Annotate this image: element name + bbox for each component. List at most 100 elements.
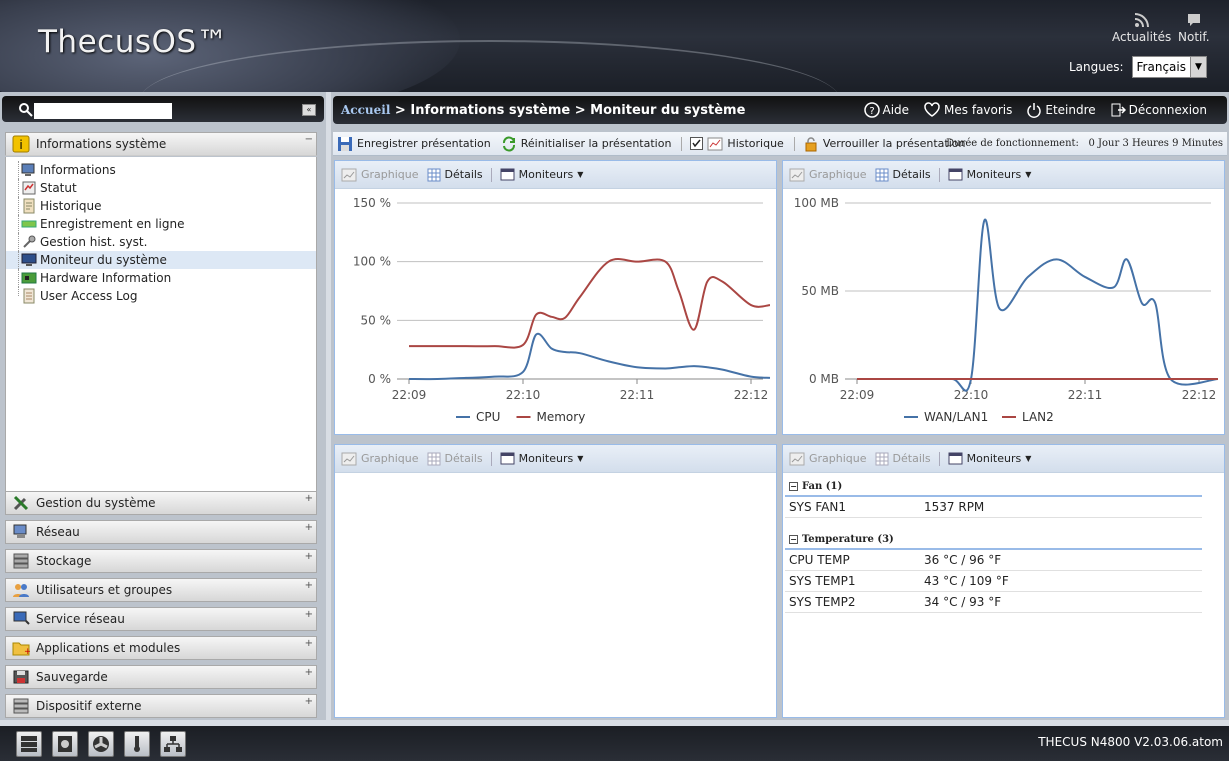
favorites-button[interactable]: Mes favoris [923,102,1012,118]
lock-layout-button[interactable]: Verrouiller la présentation [803,136,966,152]
monitors-menu-button[interactable]: Moniteurs ▼ [948,452,1032,465]
section-gestion-systeme[interactable]: Gestion du système + [5,491,317,515]
save-layout-label: Enregistrer présentation [357,137,491,150]
checkbox-checked-icon[interactable] [690,137,704,150]
y-tick-label: 150 % [353,196,391,210]
network-panel: Graphique Détails Moniteurs ▼ 0 MB 50 MB 10… [782,160,1225,435]
table-row: CPU TEMP 36 °C / 96 °F [785,550,1202,571]
shutdown-label: Eteindre [1045,103,1096,117]
help-button[interactable]: ? Aide [863,102,909,118]
chevron-down-icon[interactable]: ▼ [1190,57,1206,77]
save-layout-button[interactable]: Enregistrer présentation [337,136,491,152]
graph-button[interactable]: Graphique [341,452,419,466]
chevron-down-icon: ▼ [1025,454,1032,463]
expand-icon[interactable]: + [305,667,313,678]
expand-icon[interactable]: + [305,696,313,707]
table-row: SYS TEMP1 43 °C / 109 °F [785,571,1202,592]
top-header: ThecusOS™ Actualités Notif. Langues: Fra… [0,0,1229,92]
breadcrumb-path: > Informations système > Moniteur du sys… [390,103,746,118]
monitors-menu-button[interactable]: Moniteurs ▼ [948,168,1031,181]
search-input[interactable] [34,103,172,119]
graph-button[interactable]: Graphique [789,168,867,182]
fan-icon[interactable] [88,731,114,757]
collapse-icon[interactable]: − [789,481,798,491]
section-utilisateurs[interactable]: Utilisateurs et groupes + [5,578,317,602]
tree-item-hardware[interactable]: Hardware Information [6,269,316,287]
details-button[interactable]: Détails [875,168,931,182]
network-chart: 0 MB 50 MB 100 MB 22:09 22:10 22:11 22:12 WAN/L… [787,193,1221,433]
firmware-version: THECUS N4800 V2.03.06.atom [1038,735,1223,749]
panel-toolbar: Graphique Détails Moniteurs ▼ [335,161,776,189]
expand-icon[interactable]: + [305,609,313,620]
tree-item-statut[interactable]: Statut [6,179,316,197]
section-service-reseau[interactable]: Service réseau + [5,607,317,631]
section-reseau[interactable]: Réseau + [5,520,317,544]
thermometer-icon[interactable] [124,731,150,757]
fan-group-label: Fan (1) [802,480,843,492]
access-log-icon [23,288,35,304]
graph-label: Graphique [361,168,419,181]
expand-icon[interactable]: + [305,580,313,591]
tree-item-access-log[interactable]: User Access Log [6,287,316,305]
network-topology-icon[interactable] [160,731,186,757]
y-tick-label: 0 MB [809,372,839,386]
search-bar: « [2,96,324,122]
line-chart-icon [341,168,357,181]
tree-item-enregistrement[interactable]: Enregistrement en ligne [6,215,316,233]
details-button[interactable]: Détails [427,452,483,466]
news-button[interactable]: Actualités [1112,12,1171,44]
shutdown-button[interactable]: Eteindre [1026,102,1096,118]
log-management-icon [23,235,36,248]
x-tick-label: 22:09 [392,388,427,402]
collapse-sidebar-button[interactable]: « [302,104,316,116]
section-stockage[interactable]: Stockage + [5,549,317,573]
favorites-label: Mes favoris [944,103,1013,117]
graph-button[interactable]: Graphique [341,168,419,182]
graph-label: Graphique [809,452,867,465]
server-status-icon[interactable] [16,731,42,757]
section-sauvegarde[interactable]: Sauvegarde + [5,665,317,689]
graph-button[interactable]: Graphique [789,452,867,466]
external-device-icon [13,698,29,714]
language-dropdown[interactable]: Français ▼ [1131,56,1207,78]
details-button[interactable]: Détails [875,452,931,466]
expand-icon[interactable]: + [305,493,313,504]
monitors-menu-button[interactable]: Moniteurs ▼ [500,452,583,465]
notification-button[interactable]: Notif. [1178,12,1210,44]
section-applications[interactable]: + Applications et modules + [5,636,317,660]
collapse-icon[interactable]: − [789,534,798,544]
section-dispositif-externe[interactable]: Dispositif externe + [5,694,317,718]
fan-group-header[interactable]: − Fan (1) [785,477,1202,497]
svg-text:?: ? [869,106,874,117]
history-toggle[interactable]: Historique [690,136,784,152]
tree-item-gestion-hist[interactable]: Gestion hist. syst. [6,233,316,251]
tree-item-historique[interactable]: Historique [6,197,316,215]
sensor-name: SYS TEMP1 [789,574,856,588]
uptime-value: 0 Jour 3 Heures 9 Minutes [1088,138,1223,149]
expand-icon[interactable]: + [305,551,313,562]
chevron-down-icon: ▼ [577,170,584,179]
details-label: Détails [444,452,483,465]
temperature-group-header[interactable]: − Temperature (3) [785,530,1202,550]
lock-layout-label: Verrouiller la présentation [822,137,966,150]
disk-icon[interactable] [52,731,78,757]
details-button[interactable]: Détails [427,168,483,182]
collapse-icon[interactable]: − [305,134,313,145]
reset-layout-button[interactable]: Réinitialiser la présentation [501,135,671,152]
section-label: Stockage [36,554,92,568]
x-tick-label: 22:12 [734,388,769,402]
language-value: Français [1136,60,1186,74]
section-label: Utilisateurs et groupes [36,583,173,597]
monitors-menu-button[interactable]: Moniteurs ▼ [500,168,584,181]
tree-item-moniteur[interactable]: Moniteur du système [6,251,316,269]
expand-icon[interactable]: + [305,638,313,649]
sensor-value: 43 °C / 109 °F [924,574,1009,588]
expand-icon[interactable]: + [305,522,313,533]
tree-item-informations[interactable]: Informations [6,161,316,179]
history-chart-icon [707,137,723,150]
sensor-value: 34 °C / 93 °F [924,595,1002,609]
logout-button[interactable]: Déconnexion [1110,102,1207,118]
breadcrumb-home-link[interactable]: Accueil [341,103,390,117]
section-label: Sauvegarde [36,670,108,684]
section-informations-systeme[interactable]: i Informations système − [5,132,317,156]
